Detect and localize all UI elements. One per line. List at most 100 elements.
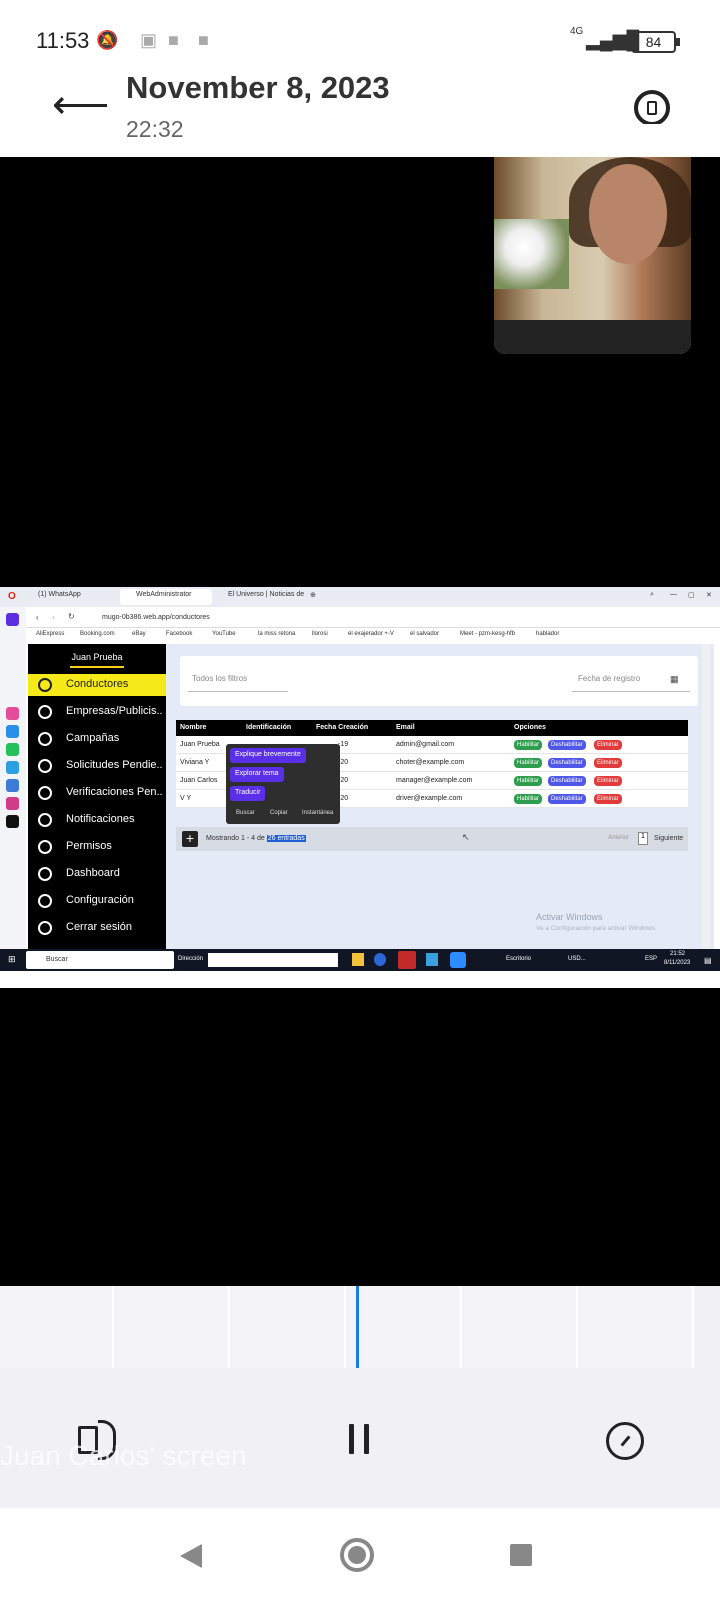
filter-select[interactable]: Todos los filtros <box>188 666 288 692</box>
rotate-screen-icon[interactable] <box>634 90 670 126</box>
pause-icon[interactable] <box>364 1424 369 1454</box>
whatsapp-icon[interactable] <box>6 743 19 756</box>
eliminar-button[interactable]: Eliminar <box>594 740 622 750</box>
messenger-icon[interactable] <box>6 725 19 738</box>
telegram-icon[interactable] <box>6 761 19 774</box>
bookmark-miss-retona[interactable]: la miss retona <box>258 631 295 637</box>
language-indicator[interactable]: ESP <box>645 956 657 962</box>
bookmark-facebook[interactable]: Facebook <box>166 631 192 637</box>
minimize-icon[interactable]: — <box>670 591 677 598</box>
nav-campanas[interactable]: Campañas <box>28 728 166 750</box>
app-icon[interactable] <box>426 953 438 966</box>
explore-topic-button[interactable]: Explorar tema <box>230 767 284 782</box>
playback-speed-icon[interactable] <box>606 1422 644 1460</box>
nav-cerrar-sesion[interactable]: Cerrar sesión <box>28 917 166 939</box>
bookmark-hablador[interactable]: hablador <box>536 631 559 637</box>
translate-button[interactable]: Traducir <box>230 786 266 801</box>
bookmark-booking[interactable]: Booking.com <box>80 631 115 637</box>
vk-icon[interactable] <box>6 779 19 792</box>
nav-permisos[interactable]: Permisos <box>28 836 166 858</box>
maximize-icon[interactable]: ▢ <box>688 591 695 599</box>
add-button[interactable]: + <box>182 831 198 847</box>
zoom-icon[interactable] <box>450 952 466 968</box>
explain-button[interactable]: Explique brevemente <box>230 748 306 763</box>
next-button[interactable]: Siguiente <box>654 835 683 842</box>
habilitar-button[interactable]: Habilitar <box>514 740 543 750</box>
page-number[interactable]: 1 <box>638 832 648 845</box>
aria-icon[interactable] <box>6 613 19 626</box>
address-bar[interactable]: ‹ › ↻ mugo-0b386.web.app/conductores <box>0 607 720 628</box>
popup-snapshot-button[interactable]: Instantánea <box>302 810 333 816</box>
scrollbar[interactable] <box>702 644 710 949</box>
bookmark-meet[interactable]: Meet - pzm-kesg-hfb <box>460 631 515 637</box>
currency-widget[interactable]: USD... <box>568 956 586 962</box>
bookmark-ebay[interactable]: eBay <box>132 631 146 637</box>
deshabilitar-button[interactable]: Deshabilitar <box>548 740 586 750</box>
tab-webadministrator[interactable]: WebAdministrator <box>136 591 192 598</box>
search-icon[interactable]: ⌕ <box>650 591 654 599</box>
network-label: 4G <box>570 26 584 37</box>
popup-search-button[interactable]: Buscar <box>236 810 255 816</box>
nav-verificaciones[interactable]: Verificaciones Pen.. <box>28 782 166 804</box>
camera-preview[interactable] <box>494 124 691 354</box>
url-text[interactable]: mugo-0b386.web.app/conductores <box>102 614 210 621</box>
nav-label: Verificaciones Pen.. <box>66 786 163 798</box>
eliminar-button[interactable]: Eliminar <box>594 794 622 804</box>
file-explorer-icon[interactable] <box>352 953 364 966</box>
calendar-icon[interactable]: ▦ <box>670 674 679 685</box>
bookmark-youtube[interactable]: YouTube <box>212 631 236 637</box>
habilitar-button[interactable]: Habilitar <box>514 794 543 804</box>
reload-icon[interactable]: ↻ <box>68 612 75 621</box>
bookmark-llorosi[interactable]: llorosi <box>312 631 328 637</box>
nav-dashboard[interactable]: Dashboard <box>28 863 166 885</box>
nav-empresas[interactable]: Empresas/Publicis.. <box>28 701 166 723</box>
instagram-icon[interactable] <box>6 797 19 810</box>
messenger-icon[interactable] <box>6 707 19 720</box>
x-icon[interactable] <box>6 815 19 828</box>
edge-icon[interactable] <box>374 953 386 966</box>
deshabilitar-button[interactable]: Deshabilitar <box>548 776 586 786</box>
deshabilitar-button[interactable]: Deshabilitar <box>548 758 586 768</box>
habilitar-button[interactable]: Habilitar <box>514 758 543 768</box>
opera-taskbar-icon[interactable] <box>398 951 416 969</box>
prev-button[interactable]: Anterior <box>608 835 629 841</box>
tab-whatsapp[interactable]: (1) WhatsApp <box>38 591 81 598</box>
bookmark-el-salvador[interactable]: el salvador <box>410 631 439 637</box>
pause-icon[interactable] <box>349 1424 354 1454</box>
bookmark-exajerador[interactable]: el exajerador +-V <box>348 631 394 637</box>
popup-copy-button[interactable]: Copiar <box>270 810 288 816</box>
timeline-scrubber[interactable] <box>0 1286 720 1368</box>
address-toolbar-input[interactable] <box>208 953 338 967</box>
nav-solicitudes[interactable]: Solicitudes Pendie.. <box>28 755 166 777</box>
bookmark-aliexpress[interactable]: AliExpress <box>36 631 64 637</box>
eliminar-button[interactable]: Eliminar <box>594 758 622 768</box>
edit-icon <box>38 786 52 800</box>
nav-conductores[interactable]: Conductores <box>28 674 166 696</box>
tab-el-universo[interactable]: El Universo | Noticias de <box>228 591 304 598</box>
taskbar-clock[interactable]: 21:52 <box>670 951 685 957</box>
close-icon[interactable]: ✕ <box>706 591 712 599</box>
eliminar-button[interactable]: Eliminar <box>594 776 622 786</box>
table-header: Nombre Identificación Fecha Creación Ema… <box>176 720 688 736</box>
back-icon[interactable]: ‹ <box>36 613 39 622</box>
nav-back-icon[interactable] <box>180 1544 202 1568</box>
windows-start-icon[interactable]: ⊞ <box>8 954 16 965</box>
forward-icon[interactable]: › <box>52 613 55 622</box>
taskbar-date[interactable]: 8/11/2023 <box>664 960 690 966</box>
nav-recents-icon[interactable] <box>510 1544 532 1566</box>
habilitar-button[interactable]: Habilitar <box>514 776 543 786</box>
deshabilitar-button[interactable]: Deshabilitar <box>548 794 586 804</box>
nav-notificaciones[interactable]: Notificaciones <box>28 809 166 831</box>
row-email: choter@example.com <box>396 759 465 766</box>
playhead[interactable] <box>356 1286 359 1368</box>
user-name: Juan Prueba <box>71 652 123 662</box>
camera-bar <box>494 320 691 354</box>
nav-configuracion[interactable]: Configuración <box>28 890 166 912</box>
taskbar-search-text: Buscar <box>46 956 68 963</box>
notification-icon[interactable]: ▤ <box>704 956 712 965</box>
app-sidebar: Juan Prueba Conductores Empresas/Publici… <box>28 644 166 956</box>
nav-home-icon[interactable] <box>340 1538 374 1572</box>
back-arrow-icon[interactable]: ⟵ <box>52 82 109 128</box>
new-tab-icon[interactable]: ⊕ <box>310 591 316 599</box>
person-face <box>589 164 667 264</box>
